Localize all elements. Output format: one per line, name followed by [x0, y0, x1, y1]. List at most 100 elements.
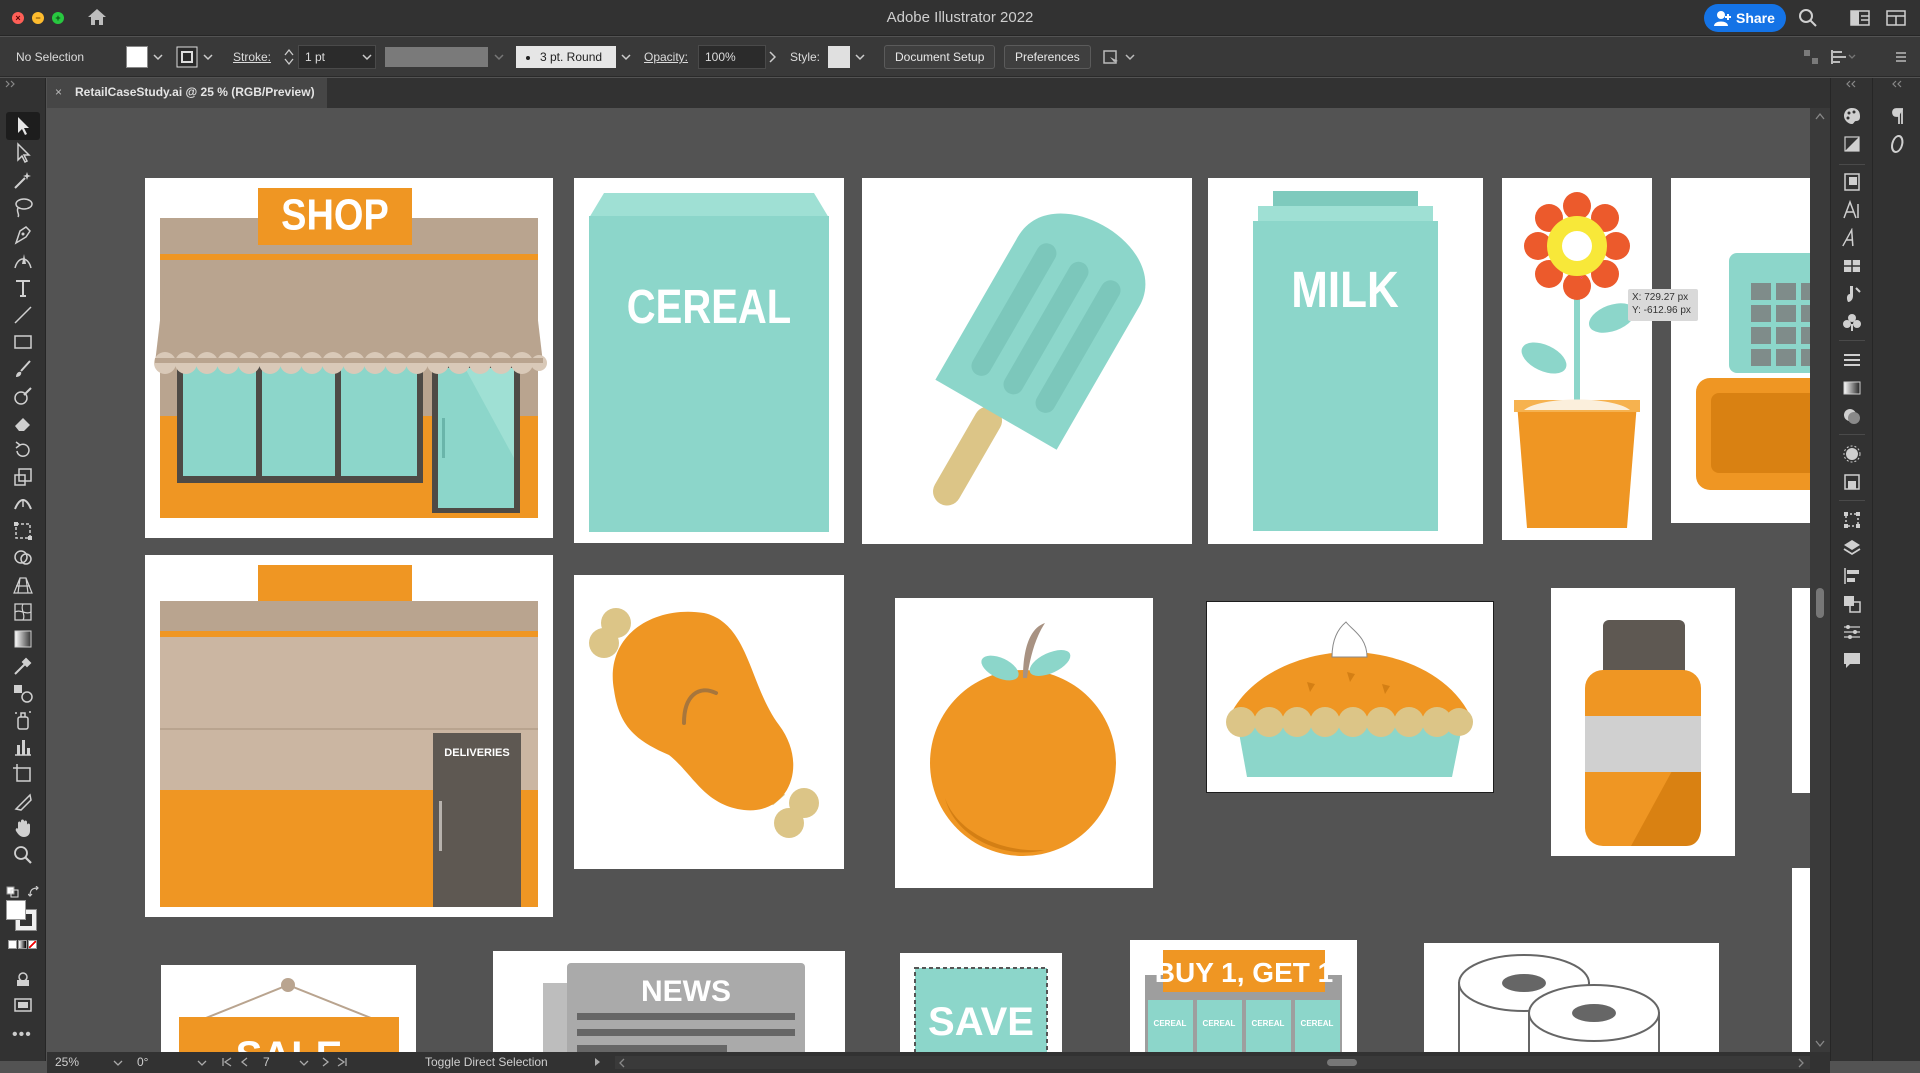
scroll-right-arrow-icon[interactable] [1797, 1058, 1805, 1068]
artboard-register[interactable] [1671, 178, 1810, 523]
eyedropper-tool-icon[interactable] [12, 655, 34, 677]
fill-swatch[interactable] [126, 46, 148, 68]
properties-sliders-icon[interactable] [1842, 622, 1862, 642]
opentype-icon[interactable] [1887, 134, 1907, 154]
first-artboard-icon[interactable] [222, 1057, 232, 1067]
opacity-label[interactable]: Opacity: [644, 45, 688, 69]
curvature-tool-icon[interactable] [12, 250, 34, 272]
paragraph-icon[interactable] [1887, 106, 1907, 126]
draw-mode-icon[interactable] [12, 968, 34, 990]
edit-toolbar-icon[interactable]: ••• [12, 1026, 32, 1044]
zoom-chevron-icon[interactable] [113, 1058, 123, 1068]
stroke-stepper-icon[interactable] [284, 47, 294, 67]
appearance-icon[interactable] [1842, 444, 1862, 464]
gradient-panel-icon[interactable] [1842, 378, 1862, 398]
cc-libraries-icon[interactable] [1842, 172, 1862, 192]
gradient-mode-swatch[interactable] [18, 940, 27, 949]
none-mode-swatch[interactable] [28, 940, 37, 949]
shape-builder-tool-icon[interactable] [12, 547, 34, 569]
rectangle-tool-icon[interactable] [12, 331, 34, 353]
character-styles-icon[interactable] [1842, 228, 1862, 248]
selection-tool-icon[interactable] [12, 115, 34, 137]
screen-mode-icon[interactable] [12, 994, 34, 1016]
artboard-orange[interactable] [895, 598, 1153, 888]
eraser-tool-icon[interactable] [12, 412, 34, 434]
artboard-chicken[interactable] [574, 575, 844, 869]
opacity-arrow-icon[interactable] [768, 51, 776, 63]
document-setup-button[interactable]: Document Setup [884, 45, 996, 69]
close-tab-icon[interactable]: × [55, 78, 62, 106]
mesh-tool-icon[interactable] [12, 601, 34, 623]
column-graph-tool-icon[interactable] [12, 736, 34, 758]
type-tool-icon[interactable] [12, 277, 34, 299]
previous-artboard-icon[interactable] [239, 1057, 249, 1067]
paintbrush-tool-icon[interactable] [12, 358, 34, 380]
fill-color-swatch[interactable] [6, 900, 26, 920]
rotate-tool-icon[interactable] [12, 439, 34, 461]
artboard-shop[interactable]: SHOP [145, 178, 553, 538]
stroke-label[interactable]: Stroke: [233, 45, 271, 69]
align-icon[interactable] [1802, 48, 1820, 66]
artboard-partial-right[interactable] [1792, 588, 1810, 793]
stroke-dropdown-chevron-icon[interactable] [203, 52, 213, 62]
lasso-tool-icon[interactable] [12, 196, 34, 218]
graphic-styles-icon[interactable] [1842, 472, 1862, 492]
style-chevron-icon[interactable] [855, 52, 865, 62]
profile-chevron-icon[interactable] [494, 52, 504, 62]
layers-icon[interactable] [1842, 538, 1862, 558]
graphic-style-swatch[interactable] [828, 46, 850, 68]
panel-menu-icon[interactable] [1892, 48, 1910, 66]
rotation-angle[interactable]: 0° [137, 1052, 148, 1073]
brush-definition-field[interactable]: 3 pt. Round [516, 46, 616, 68]
horizontal-scrollbar[interactable] [615, 1056, 1810, 1069]
align-panel-icon[interactable] [1842, 566, 1862, 586]
share-button[interactable]: Share [1704, 4, 1786, 32]
gradient-tool-icon[interactable] [12, 628, 34, 650]
collapse-panel-icon[interactable] [4, 80, 18, 88]
fill-dropdown-chevron-icon[interactable] [153, 52, 163, 62]
pathfinder-icon[interactable] [1842, 594, 1862, 614]
artboard-milk[interactable]: MILK [1208, 178, 1483, 544]
transparency-icon[interactable] [1842, 406, 1862, 426]
scale-tool-icon[interactable] [12, 466, 34, 488]
vertical-scrollbar[interactable] [1810, 108, 1830, 1052]
document-tab[interactable]: × RetailCaseStudy.ai @ 25 % (RGB/Preview… [47, 78, 327, 108]
transform-icon[interactable] [1830, 48, 1856, 66]
canvas[interactable]: SHOP CEREAL MILK ◦ DELIVERIES NEWS SAVE … [47, 108, 1810, 1052]
artboard-pie[interactable] [1206, 601, 1494, 793]
artboard-sale[interactable]: SALE [161, 965, 416, 1052]
next-artboard-icon[interactable] [321, 1057, 331, 1067]
workspace-layout-icon[interactable] [1850, 10, 1870, 26]
direct-selection-tool-icon[interactable] [12, 142, 34, 164]
default-fill-stroke-icon[interactable] [6, 886, 20, 898]
artboard-deliveries[interactable]: DELIVERIES [145, 555, 553, 917]
scroll-up-arrow-icon[interactable] [1815, 112, 1825, 120]
artboard-popsicle[interactable] [862, 178, 1192, 544]
artboard-chevron-icon[interactable] [299, 1058, 309, 1068]
shaper-tool-icon[interactable] [12, 385, 34, 407]
zoom-level[interactable]: 25% [55, 1052, 79, 1073]
artboard-bottle[interactable] [1551, 588, 1735, 856]
pen-tool-icon[interactable] [12, 223, 34, 245]
scroll-left-arrow-icon[interactable] [618, 1058, 626, 1068]
artboard-news[interactable]: NEWS [493, 951, 845, 1052]
width-tool-icon[interactable] [12, 493, 34, 515]
arrange-documents-icon[interactable] [1886, 10, 1906, 26]
scroll-thumb[interactable] [1816, 588, 1824, 618]
symbols-icon[interactable] [1842, 312, 1862, 332]
preferences-button[interactable]: Preferences [1004, 45, 1091, 69]
symbol-sprayer-tool-icon[interactable] [12, 709, 34, 731]
rotation-chevron-icon[interactable] [197, 1058, 207, 1068]
table-grid-icon[interactable] [1842, 256, 1862, 276]
brush-chevron-icon[interactable] [621, 52, 631, 62]
last-artboard-icon[interactable] [337, 1057, 347, 1067]
artboard-tool-icon[interactable] [12, 763, 34, 785]
status-menu-arrow-icon[interactable] [593, 1057, 603, 1067]
horizontal-scroll-thumb[interactable] [1327, 1059, 1357, 1066]
artboard-number[interactable]: 7 [263, 1052, 270, 1073]
artboard-save[interactable]: SAVE [900, 953, 1062, 1052]
character-icon[interactable] [1842, 200, 1862, 220]
artboard-flower[interactable]: ◦ [1502, 178, 1652, 540]
color-guide-icon[interactable] [1842, 134, 1862, 154]
free-transform-tool-icon[interactable] [12, 520, 34, 542]
